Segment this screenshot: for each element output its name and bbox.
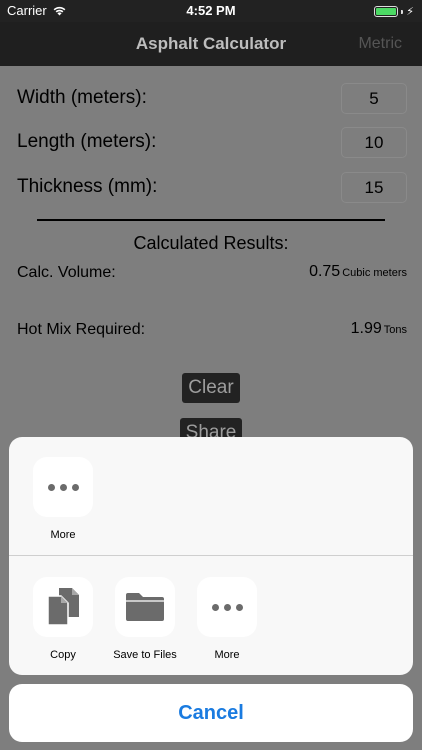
copy-icon bbox=[47, 588, 79, 626]
more-icon bbox=[33, 457, 93, 517]
length-input[interactable]: 10 bbox=[341, 127, 407, 158]
status-time: 4:52 PM bbox=[186, 3, 236, 18]
volume-number: 0.75 bbox=[309, 263, 341, 280]
hotmix-value: 1.99 Tons bbox=[351, 320, 407, 338]
share-action-more-bottom[interactable]: More bbox=[187, 577, 267, 661]
share-action-more-top[interactable]: More bbox=[23, 457, 103, 541]
status-bar: Carrier 4:52 PM ⚡ bbox=[0, 0, 422, 22]
share-sheet: More Copy Save to Files More bbox=[9, 437, 413, 675]
volume-label: Calc. Volume: bbox=[17, 264, 116, 281]
hotmix-number: 1.99 bbox=[350, 320, 382, 337]
length-row: Length (meters): 10 bbox=[17, 127, 407, 159]
width-label: Width (meters): bbox=[17, 87, 147, 108]
thickness-label: Thickness (mm): bbox=[17, 176, 158, 197]
length-label: Length (meters): bbox=[17, 131, 157, 152]
width-row: Width (meters): 5 bbox=[17, 83, 407, 115]
folder-tile bbox=[115, 577, 175, 637]
volume-value: 0.75 Cubic meters bbox=[309, 263, 407, 281]
share-action-label: Copy bbox=[50, 649, 76, 661]
thickness-row: Thickness (mm): 15 bbox=[17, 172, 407, 204]
navigation-bar: Asphalt Calculator Metric bbox=[0, 22, 422, 66]
copy-tile bbox=[33, 577, 93, 637]
hotmix-label: Hot Mix Required: bbox=[17, 321, 146, 338]
volume-unit: Cubic meters bbox=[342, 267, 407, 279]
hotmix-unit: Tons bbox=[383, 324, 407, 336]
share-action-label: Save to Files bbox=[113, 649, 177, 661]
metric-button[interactable]: Metric bbox=[358, 35, 402, 53]
share-action-label: More bbox=[50, 529, 76, 541]
share-action-copy[interactable]: Copy bbox=[23, 577, 103, 661]
cancel-button[interactable]: Cancel bbox=[9, 684, 413, 742]
share-action-label: More bbox=[214, 649, 240, 661]
thickness-input[interactable]: 15 bbox=[341, 172, 407, 203]
battery-indicator: ⚡ bbox=[374, 5, 414, 18]
divider bbox=[37, 219, 385, 221]
battery-fill bbox=[376, 8, 397, 15]
folder-icon bbox=[126, 593, 164, 621]
more-icon bbox=[197, 577, 257, 637]
width-input[interactable]: 5 bbox=[341, 83, 407, 114]
volume-row: Calc. Volume: 0.75 Cubic meters bbox=[17, 263, 407, 285]
clear-button-wrap: Clear bbox=[0, 373, 422, 403]
clear-button[interactable]: Clear bbox=[182, 373, 240, 403]
results-title: Calculated Results: bbox=[133, 233, 289, 253]
share-sheet-separator bbox=[9, 555, 413, 556]
charging-bolt-icon: ⚡ bbox=[406, 6, 414, 18]
battery-icon bbox=[374, 6, 399, 17]
hotmix-row: Hot Mix Required: 1.99 Tons bbox=[17, 320, 407, 342]
share-action-save-to-files[interactable]: Save to Files bbox=[105, 577, 185, 661]
